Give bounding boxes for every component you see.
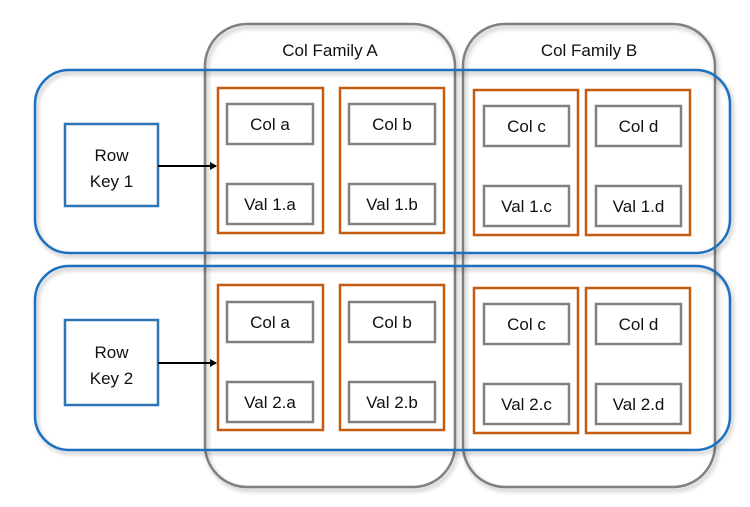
column-family-b-label: Col Family B [541,41,637,60]
column-c-row-2: Col c Val 2.c [472,286,580,435]
row-key-1-line1: Row [94,146,129,165]
row-key-1-box [63,122,160,208]
column-b-row-1: Col b Val 1.b [338,86,446,235]
column-c-row-1: Col c Val 1.c [472,88,580,237]
row-2: Row Key 2 Col a Val 2.a Col b Val 2.b Co… [33,264,732,452]
column-a-row-2: Col a Val 2.a [216,283,325,432]
column-name-text: Col b [372,313,412,332]
value-text: Val 1.d [613,197,665,216]
column-name-text: Col b [372,115,412,134]
column-name-text: Col d [619,117,659,136]
column-name-text: Col d [619,315,659,334]
row-key-2-line2: Key 2 [90,369,133,388]
column-family-a-label: Col Family A [282,41,378,60]
row-key-1-line2: Key 1 [90,172,133,191]
value-text: Val 1.c [501,197,552,216]
column-name-text: Col c [507,117,546,136]
row-key-2-line1: Row [94,343,129,362]
value-text: Val 1.a [244,195,296,214]
value-text: Val 1.b [366,195,418,214]
row-key-2-box [63,318,160,407]
column-d-row-2: Col d Val 2.d [584,286,692,435]
value-text: Val 2.c [501,395,552,414]
column-b-row-2: Col b Val 2.b [338,283,446,432]
column-name-text: Col a [250,313,290,332]
column-d-row-1: Col d Val 1.d [584,88,692,237]
value-text: Val 2.a [244,393,296,412]
row-1: Row Key 1 Col a Val 1.a Col b Val 1.b Co… [33,68,732,255]
column-name-text: Col a [250,115,290,134]
column-a-row-1: Col a Val 1.a [216,86,325,235]
column-family-diagram: Col Family A Col Family B Row Key 1 Col … [33,22,732,489]
value-text: Val 2.b [366,393,418,412]
column-name-text: Col c [507,315,546,334]
value-text: Val 2.d [613,395,665,414]
